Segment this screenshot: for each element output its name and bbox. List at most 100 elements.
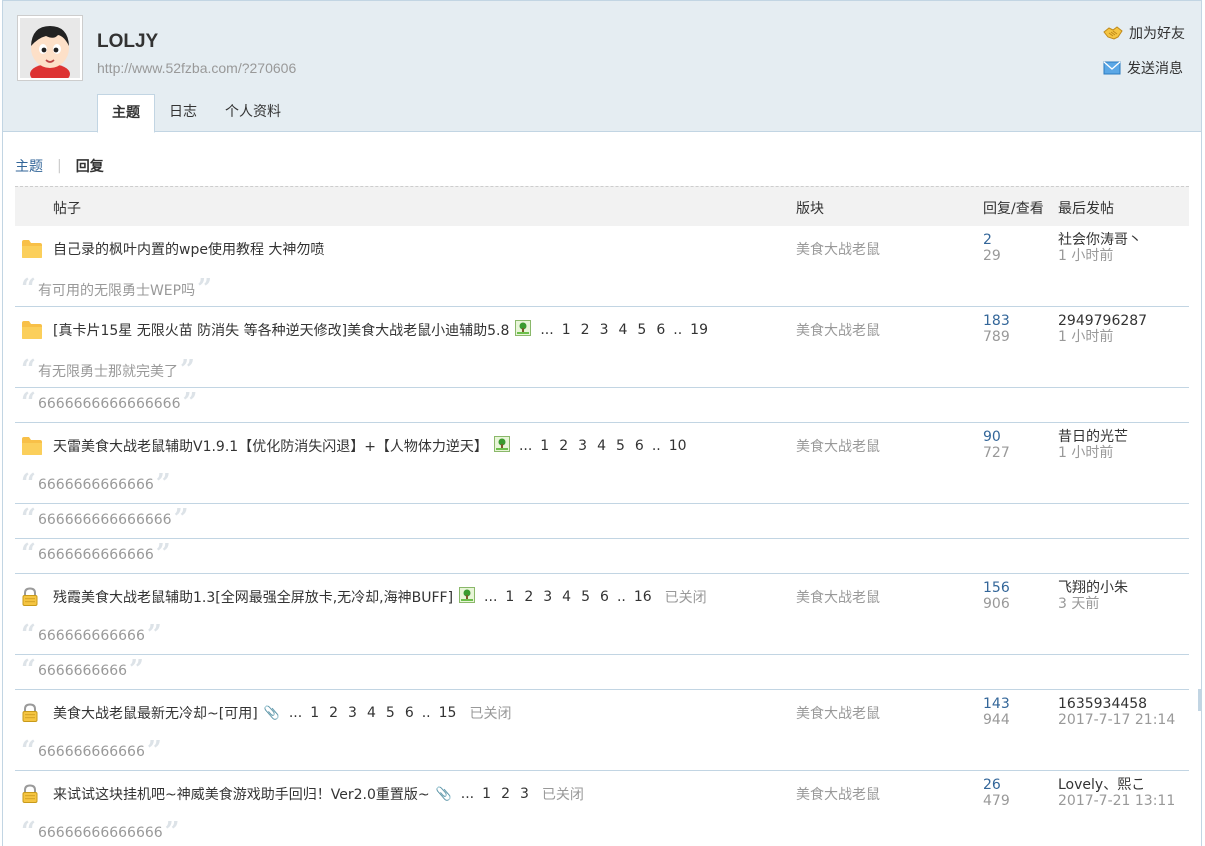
page-link[interactable]: 6 [405, 705, 414, 721]
close-quote-icon: ” [146, 736, 162, 766]
reply-count[interactable]: 183 [983, 313, 1010, 329]
tab-blog[interactable]: 日志 [155, 94, 211, 132]
reply-count[interactable]: 26 [983, 777, 1010, 793]
page-link[interactable]: 3 [578, 438, 587, 454]
last-poster-link[interactable]: 1635934458 [1058, 696, 1175, 712]
last-poster-link[interactable]: 飞翔的小朱 [1058, 580, 1128, 596]
paperclip-icon: 📎 [435, 786, 452, 802]
reply-quote-text: 6666666666666 [37, 477, 154, 493]
page-link[interactable]: 4 [618, 322, 627, 338]
reply-quote[interactable]: “666666666666” [21, 620, 162, 650]
page-link[interactable]: 10 [669, 438, 687, 454]
page-link[interactable]: 6 [635, 438, 644, 454]
page-link[interactable]: 19 [690, 322, 708, 338]
forum-link[interactable]: 美食大战老鼠 [796, 784, 880, 804]
page-link[interactable]: 3 [348, 705, 357, 721]
tab-profile[interactable]: 个人资料 [211, 94, 295, 132]
page-link[interactable]: 1 [310, 705, 319, 721]
view-count: 727 [983, 445, 1010, 461]
send-message-button[interactable]: 发送消息 [1103, 58, 1185, 78]
page-link[interactable]: 5 [581, 589, 590, 605]
thread-title-link[interactable]: 来试试这块挂机吧~神威美食游戏助手回归！Ver2.0重置版~ [53, 784, 430, 804]
subnav-replies-link[interactable]: 回复 [76, 156, 104, 176]
reply-quote[interactable]: “6666666666666666” [21, 390, 197, 416]
forum-link[interactable]: 美食大战老鼠 [796, 320, 880, 340]
subnav-divider: | [57, 158, 62, 174]
table-row: [真卡片15星 无限火苗 防消失 等各种逆天修改]美食大战老鼠小迪辅助5.8..… [15, 307, 1189, 353]
reply-quote-text: 6666666666666 [37, 547, 154, 563]
forum-link[interactable]: 美食大战老鼠 [796, 239, 880, 259]
thread-title-link[interactable]: 天雷美食大战老鼠辅助V1.9.1【优化防消失闪退】+【人物体力逆天】 [53, 436, 488, 456]
reply-view-counts: 183 789 [983, 313, 1010, 345]
forum-link[interactable]: 美食大战老鼠 [796, 436, 880, 456]
page-link[interactable]: 1 [540, 438, 549, 454]
thread-title-link[interactable]: [真卡片15星 无限火苗 防消失 等各种逆天修改]美食大战老鼠小迪辅助5.8 [53, 320, 509, 340]
open-quote-icon: “ [21, 469, 36, 499]
reply-quote[interactable]: “有无限勇士那就完美了” [21, 357, 195, 383]
thread-title-link[interactable]: 美食大战老鼠最新无冷却~[可用] [53, 703, 258, 723]
page-link[interactable]: 4 [597, 438, 606, 454]
page-link[interactable]: 1 [482, 786, 491, 802]
page-link[interactable]: 2 [524, 589, 533, 605]
close-quote-icon: ” [164, 817, 180, 846]
reply-count[interactable]: 143 [983, 696, 1010, 712]
page-link[interactable]: 6 [656, 322, 665, 338]
page-link[interactable]: 5 [637, 322, 646, 338]
avatar[interactable] [17, 15, 83, 81]
page-link[interactable]: 2 [559, 438, 568, 454]
reply-count[interactable]: 156 [983, 580, 1010, 596]
scrollbar[interactable] [1198, 689, 1201, 711]
reply-count[interactable]: 90 [983, 429, 1010, 445]
subnav-topics-link[interactable]: 主题 [15, 156, 43, 176]
last-post-time: 2017-7-17 21:14 [1058, 712, 1176, 728]
reply-quote[interactable]: “6666666666666” [21, 469, 171, 499]
page-link[interactable]: 6 [600, 589, 609, 605]
page-link[interactable]: 2 [329, 705, 338, 721]
page-link[interactable]: 5 [386, 705, 395, 721]
page-ellipsis: .. [673, 322, 683, 338]
reply-quote[interactable]: “6666666666666” [21, 541, 171, 567]
forum-link[interactable]: 美食大战老鼠 [796, 703, 880, 723]
page-link[interactable]: 15 [439, 705, 457, 721]
forum-link[interactable]: 美食大战老鼠 [796, 587, 880, 607]
page-link[interactable]: 2 [581, 322, 590, 338]
reply-quote[interactable]: “6666666666” [21, 657, 144, 683]
table-row: 残霞美食大战老鼠辅助1.3[全网最强全屏放卡,无冷却,海神BUFF]... 1 2 3… [15, 574, 1189, 620]
page-link[interactable]: 3 [543, 589, 552, 605]
last-poster-link[interactable]: 社会你涛哥丶 [1058, 232, 1142, 248]
reply-quote-text: 6666666666666666 [37, 396, 181, 412]
open-quote-icon: “ [21, 620, 36, 650]
reply-quote-row: “6666666666666666” [15, 388, 1189, 423]
reply-count[interactable]: 2 [983, 232, 1001, 248]
last-poster-link[interactable]: 昔日的光芒 [1058, 429, 1128, 445]
header-forum: 版块 [796, 201, 824, 217]
view-count: 906 [983, 596, 1010, 612]
thread-title-cell: 自己录的枫叶内置的wpe使用教程 大神勿喷 [53, 239, 324, 259]
folder-icon [21, 436, 43, 460]
reply-quote[interactable]: “66666666666666” [21, 817, 180, 846]
page-link[interactable]: 5 [616, 438, 625, 454]
page-link[interactable]: 4 [367, 705, 376, 721]
page-link[interactable]: 16 [634, 589, 652, 605]
user-space-url[interactable]: http://www.52fzba.com/?270606 [97, 60, 296, 76]
reply-quote[interactable]: “666666666666” [21, 736, 162, 766]
page-link[interactable]: 2 [501, 786, 510, 802]
thread-title-link[interactable]: 残霞美食大战老鼠辅助1.3[全网最强全屏放卡,无冷却,海神BUFF] [53, 587, 453, 607]
thread-title-link[interactable]: 自己录的枫叶内置的wpe使用教程 大神勿喷 [53, 239, 324, 259]
tab-topics[interactable]: 主题 [97, 94, 155, 133]
last-poster-link[interactable]: Lovely、熙こ [1058, 777, 1175, 793]
page-link[interactable]: 1 [505, 589, 514, 605]
add-friend-button[interactable]: 加为好友 [1103, 23, 1185, 43]
thread-pagination: ... 1 2 3 4 5 6.. 15 [286, 705, 462, 721]
reply-quote[interactable]: “有可用的无限勇士WEP吗” [21, 276, 212, 302]
page-link[interactable]: 3 [520, 786, 529, 802]
page-link[interactable]: 4 [562, 589, 571, 605]
add-friend-label: 加为好友 [1129, 26, 1185, 42]
page-link[interactable]: 3 [600, 322, 609, 338]
reply-quote-row: “6666666666” [15, 655, 1189, 690]
reply-quote[interactable]: “666666666666666” [21, 506, 189, 532]
thread-pagination: ... 1 2 3 4 5 6.. 10 [516, 438, 692, 454]
page-link[interactable]: 1 [562, 322, 571, 338]
last-poster-link[interactable]: 2949796287 [1058, 313, 1147, 329]
close-quote-icon: ” [146, 620, 162, 650]
